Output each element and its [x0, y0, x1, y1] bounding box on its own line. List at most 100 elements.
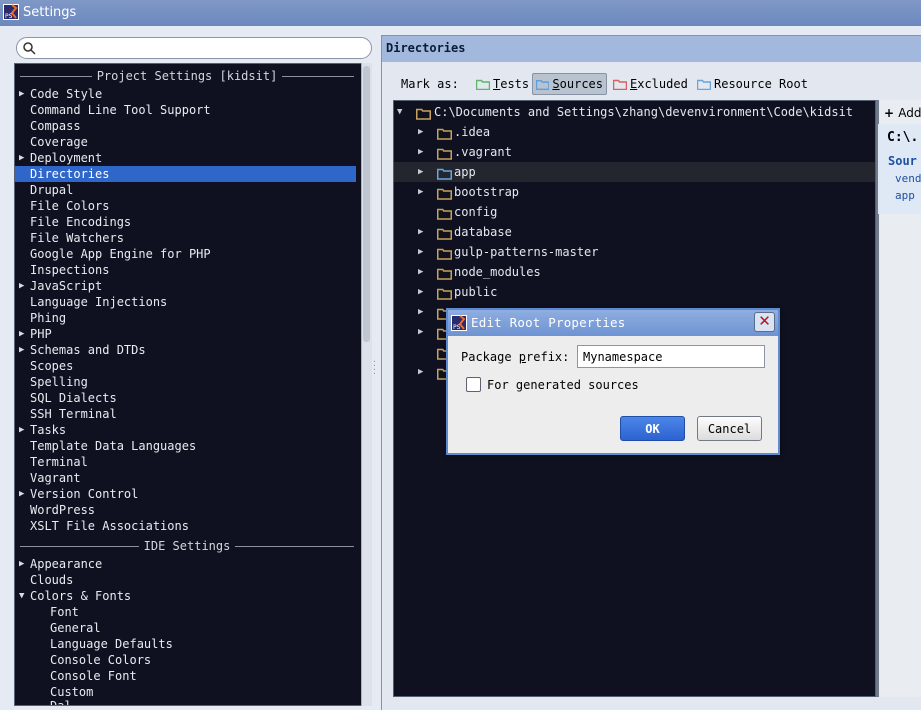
- directory-name: .vagrant: [454, 145, 512, 159]
- collapsed-arrow-icon[interactable]: ▶: [418, 242, 423, 262]
- tree-item[interactable]: XSLT File Associations: [15, 518, 356, 534]
- phpstorm-logo-icon: PS: [3, 4, 19, 20]
- collapsed-arrow-icon[interactable]: ▶: [418, 322, 423, 342]
- tree-item-label: Code Style: [30, 87, 103, 101]
- mark-resource-root-button[interactable]: Resource Root: [694, 73, 811, 95]
- mark-excluded-label: Excluded: [630, 77, 688, 91]
- tree-item-label: Tasks: [30, 423, 67, 437]
- tree-item[interactable]: Console Font: [15, 668, 356, 684]
- directory-row[interactable]: ▶ app: [394, 162, 875, 182]
- tree-item[interactable]: File Watchers: [15, 230, 356, 246]
- tree-item[interactable]: File Colors: [15, 198, 356, 214]
- source-folder-entry[interactable]: vend: [895, 172, 921, 185]
- tree-item[interactable]: Spelling: [15, 374, 356, 390]
- dialog-close-button[interactable]: ✕: [754, 312, 775, 332]
- settings-search-field[interactable]: [16, 37, 372, 59]
- tree-item[interactable]: Scopes: [15, 358, 356, 374]
- directory-row[interactable]: ▶ .vagrant: [394, 142, 875, 162]
- package-prefix-input[interactable]: [577, 345, 765, 368]
- directory-row[interactable]: ▶ node_modules: [394, 262, 875, 282]
- tree-item[interactable]: Coverage: [15, 134, 356, 150]
- tree-item[interactable]: ▶ Deployment: [15, 150, 356, 166]
- collapsed-arrow-icon[interactable]: ▶: [418, 302, 423, 322]
- tree-item[interactable]: Command Line Tool Support: [15, 102, 356, 118]
- mark-sources-button[interactable]: Sources: [532, 73, 607, 95]
- collapsed-arrow-icon[interactable]: ▶: [19, 86, 24, 102]
- tree-item-partial: Dal: [50, 699, 72, 706]
- add-content-root-button[interactable]: + Add: [884, 106, 921, 120]
- collapsed-arrow-icon[interactable]: ▶: [418, 262, 423, 282]
- tree-item[interactable]: Phing: [15, 310, 356, 326]
- ok-button[interactable]: OK: [620, 416, 685, 441]
- collapsed-arrow-icon[interactable]: ▶: [19, 342, 24, 358]
- collapsed-arrow-icon[interactable]: ▶: [19, 150, 24, 166]
- tree-item[interactable]: ▶ Appearance: [15, 556, 356, 572]
- tree-item[interactable]: Console Colors: [15, 652, 356, 668]
- tree-item[interactable]: ▼ Colors & Fonts: [15, 588, 356, 604]
- directory-name: app: [454, 165, 476, 179]
- tree-item[interactable]: Language Injections: [15, 294, 356, 310]
- tree-item-label: Scopes: [30, 359, 74, 373]
- tree-item[interactable]: ▶ PHP: [15, 326, 356, 342]
- tree-item[interactable]: General: [15, 620, 356, 636]
- tree-item[interactable]: ▶ Code Style: [15, 86, 356, 102]
- tree-item[interactable]: Language Defaults: [15, 636, 356, 652]
- tree-scrollbar-thumb[interactable]: [363, 66, 370, 342]
- collapsed-arrow-icon[interactable]: ▶: [19, 486, 24, 502]
- collapsed-arrow-icon[interactable]: ▶: [418, 122, 423, 142]
- tree-item[interactable]: Inspections: [15, 262, 356, 278]
- tree-item-label: Schemas and DTDs: [30, 343, 146, 357]
- mark-tests-button[interactable]: Tests: [473, 73, 532, 95]
- directory-row[interactable]: ▶ public: [394, 282, 875, 302]
- tree-item[interactable]: Drupal: [15, 182, 356, 198]
- tree-item[interactable]: WordPress: [15, 502, 356, 518]
- directory-row[interactable]: ▶ bootstrap: [394, 182, 875, 202]
- directory-row[interactable]: ▶ .idea: [394, 122, 875, 142]
- directory-row[interactable]: config: [394, 202, 875, 222]
- collapsed-arrow-icon[interactable]: ▶: [418, 282, 423, 302]
- tree-item[interactable]: Vagrant: [15, 470, 356, 486]
- generated-sources-label[interactable]: For generated sources: [487, 378, 639, 392]
- directory-row[interactable]: ▶ database: [394, 222, 875, 242]
- tree-item[interactable]: ▶ Version Control: [15, 486, 356, 502]
- tree-item[interactable]: Google App Engine for PHP: [15, 246, 356, 262]
- source-folder-entry[interactable]: app: [895, 189, 915, 202]
- tree-item[interactable]: ▶ Tasks: [15, 422, 356, 438]
- settings-tree[interactable]: Project Settings [kidsit] ▶ Code Style Com…: [14, 63, 372, 706]
- mark-excluded-button[interactable]: Excluded: [610, 73, 691, 95]
- directory-root-row[interactable]: ▼ C:\Documents and Settings\zhang\devenvi…: [394, 102, 875, 122]
- tree-item[interactable]: ▶ JavaScript: [15, 278, 356, 294]
- collapsed-arrow-icon[interactable]: ▶: [418, 162, 423, 182]
- tree-item[interactable]: Compass: [15, 118, 356, 134]
- tree-item-label: Compass: [30, 119, 81, 133]
- tree-item-label: Directories: [30, 167, 110, 181]
- cancel-button[interactable]: Cancel: [697, 416, 762, 441]
- collapsed-arrow-icon[interactable]: ▶: [418, 142, 423, 162]
- collapsed-arrow-icon[interactable]: ▶: [19, 422, 24, 438]
- tree-item[interactable]: File Encodings: [15, 214, 356, 230]
- splitter-handle[interactable]: · · · ·: [372, 358, 379, 378]
- tree-item[interactable]: ▶ Schemas and DTDs: [15, 342, 356, 358]
- collapsed-arrow-icon[interactable]: ▶: [418, 222, 423, 242]
- expanded-arrow-icon[interactable]: ▼: [19, 588, 24, 604]
- directory-name: bootstrap: [454, 185, 520, 199]
- tree-item[interactable]: Template Data Languages: [15, 438, 356, 454]
- collapsed-arrow-icon[interactable]: ▶: [19, 278, 24, 294]
- tree-item[interactable]: Terminal: [15, 454, 356, 470]
- tree-item-label: Coverage: [30, 135, 88, 149]
- tree-item-label: SQL Dialects: [30, 391, 117, 405]
- tree-item[interactable]: Directories: [15, 166, 356, 182]
- collapsed-arrow-icon[interactable]: ▶: [418, 362, 423, 382]
- collapsed-arrow-icon[interactable]: ▶: [19, 326, 24, 342]
- collapsed-arrow-icon[interactable]: ▶: [418, 182, 423, 202]
- tree-item[interactable]: SSH Terminal: [15, 406, 356, 422]
- search-input[interactable]: [39, 40, 365, 56]
- tree-item[interactable]: Clouds: [15, 572, 356, 588]
- tree-item[interactable]: Font: [15, 604, 356, 620]
- generated-sources-checkbox[interactable]: [466, 377, 481, 392]
- expanded-arrow-icon[interactable]: ▼: [397, 102, 402, 122]
- directory-row[interactable]: ▶ gulp-patterns-master: [394, 242, 875, 262]
- tree-item[interactable]: SQL Dialects: [15, 390, 356, 406]
- tree-item-label: WordPress: [30, 503, 96, 517]
- collapsed-arrow-icon[interactable]: ▶: [19, 556, 24, 572]
